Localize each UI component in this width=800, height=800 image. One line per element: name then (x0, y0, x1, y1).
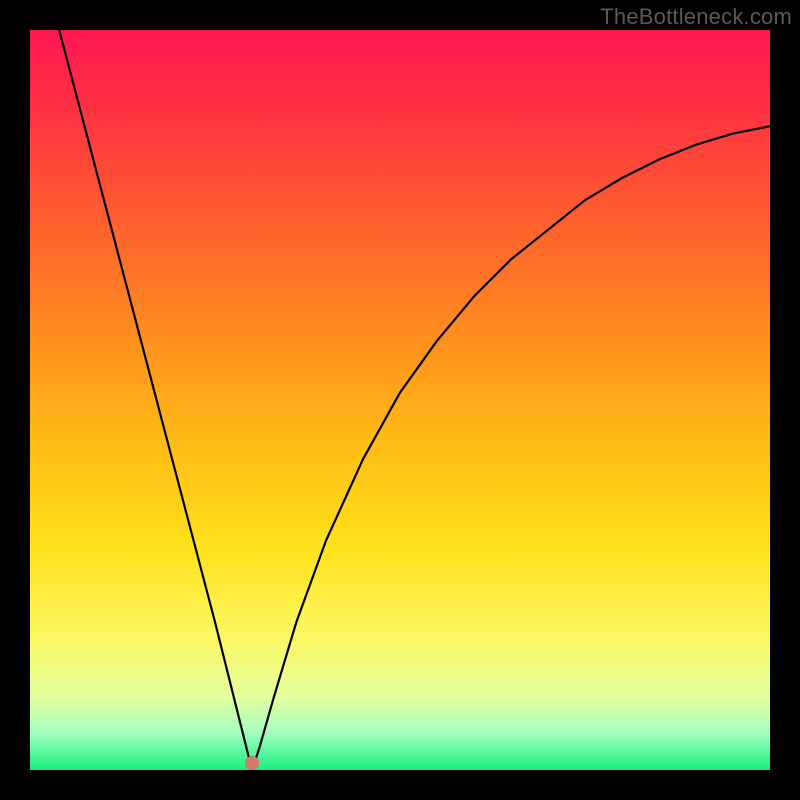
optimal-point-marker (245, 756, 259, 770)
watermark-label: TheBottleneck.com (600, 4, 792, 30)
chart-stage: TheBottleneck.com (0, 0, 800, 800)
plot-area (30, 30, 770, 770)
bottleneck-curve (30, 30, 770, 770)
